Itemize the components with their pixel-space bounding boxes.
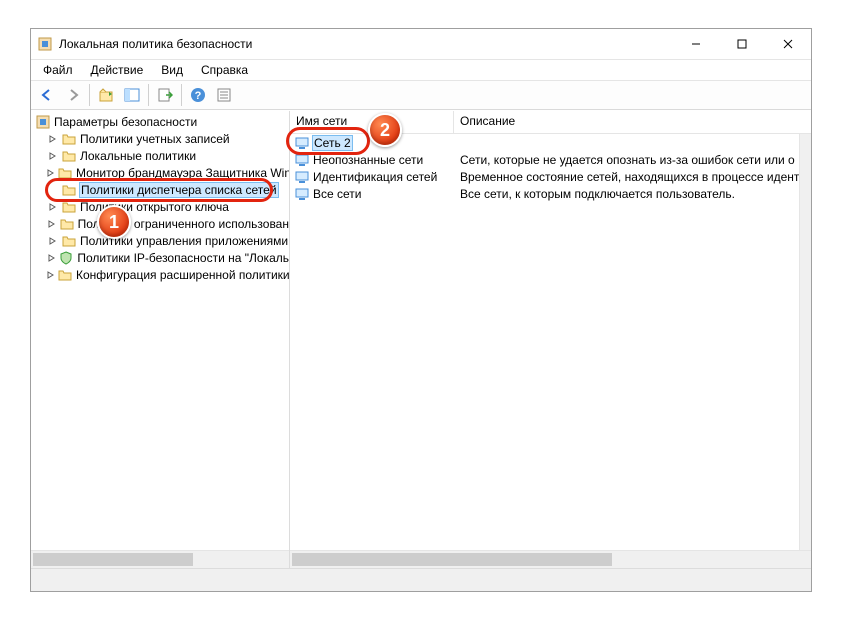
title-bar[interactable]: Локальная политика безопасности: [31, 29, 811, 60]
list-cell-description: Временное состояние сетей, находящихся в…: [454, 170, 799, 184]
show-hide-tree-button[interactable]: [120, 84, 144, 106]
folder-icon: [61, 199, 77, 215]
network-icon: [294, 186, 310, 202]
folder-icon: [57, 267, 73, 283]
back-button[interactable]: [35, 84, 59, 106]
folder-icon: [57, 165, 73, 181]
forward-button[interactable]: [61, 84, 85, 106]
list-cell-name: Неопознанные сети: [290, 152, 454, 168]
expander-icon[interactable]: [47, 184, 59, 196]
network-icon: [294, 135, 310, 151]
list-cell-name: Все сети: [290, 186, 454, 202]
tree-item-label: Политики IP-безопасности на "Локаль: [77, 251, 289, 265]
window-title: Локальная политика безопасности: [59, 37, 673, 51]
tree-view[interactable]: Параметры безопасности Политики учетных …: [31, 111, 289, 550]
close-button[interactable]: [765, 29, 811, 59]
menu-file[interactable]: Файл: [35, 62, 81, 78]
list-item-name: Сеть 2: [313, 136, 352, 150]
tree-horizontal-scrollbar[interactable]: [31, 550, 289, 568]
folder-icon: [61, 131, 77, 147]
expander-icon[interactable]: [47, 218, 57, 230]
tree-item-label: Монитор брандмауэра Защитника Win: [76, 166, 289, 180]
tree-item[interactable]: Политики диспетчера списка сетей: [33, 181, 289, 198]
tree-item[interactable]: Политики ограниченного использован: [33, 215, 289, 232]
column-headers: Имя сети Описание: [290, 111, 811, 134]
list-row[interactable]: Все сети Все сети, к которым подключается…: [290, 185, 799, 202]
folder-icon: [59, 216, 75, 232]
list-body: Сеть 2 Неопознанные сети Сети, которые не …: [290, 134, 811, 550]
security-settings-icon: [35, 114, 51, 130]
menu-view[interactable]: Вид: [153, 62, 191, 78]
help-button[interactable]: ?: [186, 84, 210, 106]
tree-item[interactable]: Политики управления приложениями: [33, 232, 289, 249]
details-panel: Имя сети Описание Сеть 2Неопознанные сет…: [290, 111, 811, 568]
toolbar-separator: [181, 84, 182, 106]
tree-root-label: Параметры безопасности: [54, 115, 197, 129]
menu-bar: Файл Действие Вид Справка: [31, 60, 811, 80]
expander-icon[interactable]: [47, 201, 59, 213]
expander-icon[interactable]: [47, 235, 59, 247]
network-icon: [294, 169, 310, 185]
status-bar: [31, 568, 811, 591]
expander-icon[interactable]: [47, 150, 59, 162]
toolbar-separator: [89, 84, 90, 106]
list-cell-description: Сети, которые не удается опознать из-за …: [454, 153, 799, 167]
tree-item-label: Политики открытого ключа: [80, 200, 229, 214]
list-cell-description: Все сети, к которым подключается пользов…: [454, 187, 799, 201]
scrollbar-thumb[interactable]: [292, 553, 612, 566]
maximize-button[interactable]: [719, 29, 765, 59]
expander-icon[interactable]: [47, 252, 56, 264]
column-header-name[interactable]: Имя сети: [290, 111, 454, 133]
list-horizontal-scrollbar[interactable]: [290, 550, 811, 568]
list-cell-name: Идентификация сетей: [290, 169, 454, 185]
properties-button[interactable]: [212, 84, 236, 106]
window-controls: [673, 29, 811, 59]
list-row[interactable]: Неопознанные сети Сети, которые не удаетс…: [290, 151, 799, 168]
list-item-name: Идентификация сетей: [313, 170, 437, 184]
expander-icon[interactable]: [47, 269, 55, 281]
shield-icon: [58, 250, 74, 266]
tree-item-label: Политики учетных записей: [80, 132, 230, 146]
list-view[interactable]: Сеть 2 Неопознанные сети Сети, которые не …: [290, 134, 799, 550]
menu-action[interactable]: Действие: [83, 62, 152, 78]
tree-item[interactable]: Монитор брандмауэра Защитника Win: [33, 164, 289, 181]
tree-root[interactable]: Параметры безопасности: [33, 113, 289, 130]
tree-item-label: Конфигурация расширенной политики: [76, 268, 289, 282]
window-frame: Локальная политика безопасности Файл Дей…: [30, 28, 812, 592]
tree-item[interactable]: Локальные политики: [33, 147, 289, 164]
export-button[interactable]: [153, 84, 177, 106]
toolbar: ?: [31, 80, 811, 110]
app-icon: [37, 36, 53, 52]
menu-help[interactable]: Справка: [193, 62, 256, 78]
expander-icon[interactable]: [47, 167, 55, 179]
list-row[interactable]: Идентификация сетей Временное состояние с…: [290, 168, 799, 185]
tree-item[interactable]: Политики открытого ключа: [33, 198, 289, 215]
tree-item-label: Политики диспетчера списка сетей: [80, 183, 278, 197]
tree-item-label: Политики управления приложениями: [80, 234, 288, 248]
tree-panel: Параметры безопасности Политики учетных …: [31, 111, 290, 568]
list-vertical-scrollbar[interactable]: [799, 134, 811, 550]
folder-icon: [61, 182, 77, 198]
list-row[interactable]: Сеть 2: [290, 134, 799, 151]
up-button[interactable]: [94, 84, 118, 106]
minimize-button[interactable]: [673, 29, 719, 59]
list-item-name: Неопознанные сети: [313, 153, 423, 167]
tree-item-label: Локальные политики: [80, 149, 196, 163]
folder-icon: [61, 148, 77, 164]
scrollbar-thumb[interactable]: [33, 553, 193, 566]
svg-text:?: ?: [195, 90, 202, 102]
network-icon: [294, 152, 310, 168]
folder-icon: [61, 233, 77, 249]
column-header-description[interactable]: Описание: [454, 111, 811, 133]
tree-item[interactable]: Политики IP-безопасности на "Локаль: [33, 249, 289, 266]
list-item-name: Все сети: [313, 187, 362, 201]
tree-item[interactable]: Конфигурация расширенной политики: [33, 266, 289, 283]
tree-item[interactable]: Политики учетных записей: [33, 130, 289, 147]
expander-icon[interactable]: [47, 133, 59, 145]
body-area: Параметры безопасности Политики учетных …: [31, 110, 811, 568]
tree-item-label: Политики ограниченного использован: [78, 217, 289, 231]
toolbar-separator: [148, 84, 149, 106]
list-cell-name: Сеть 2: [290, 135, 454, 151]
